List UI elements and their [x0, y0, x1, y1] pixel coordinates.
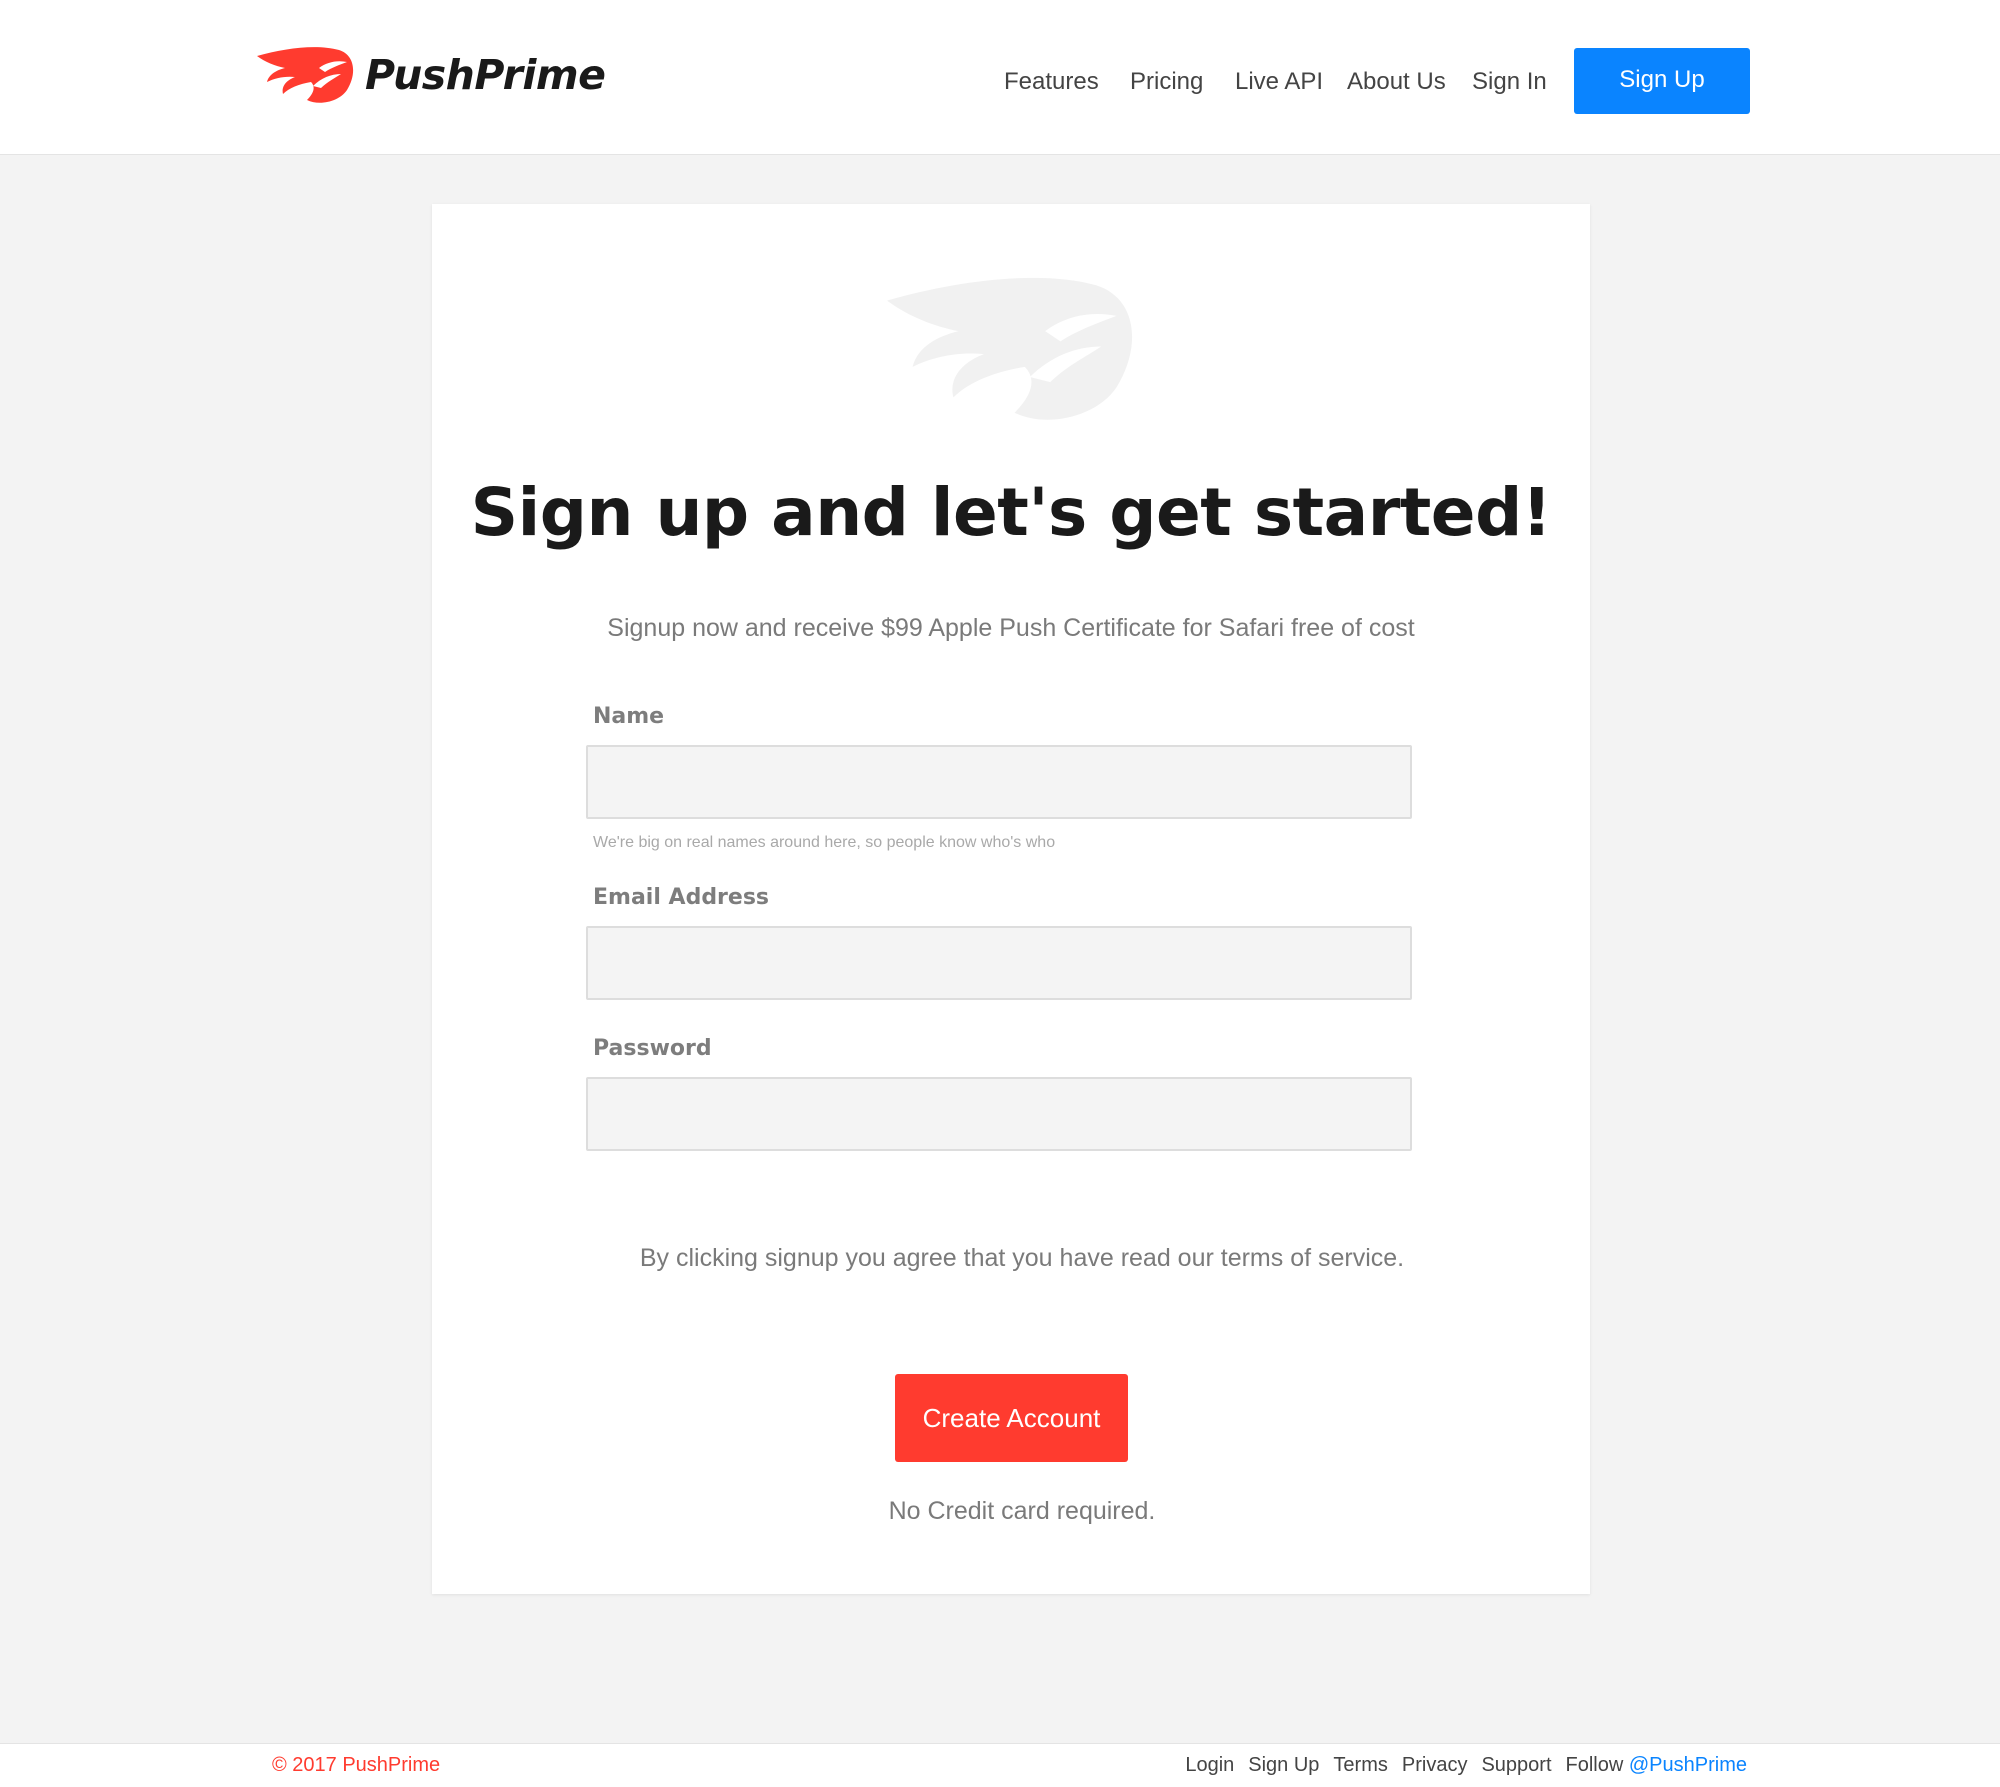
footer-link-signup[interactable]: Sign Up: [1248, 1744, 1319, 1787]
copyright-text: © 2017 PushPrime: [272, 1754, 441, 1776]
email-input[interactable]: [586, 926, 1412, 1000]
no-credit-card-note: No Credit card required.: [888, 1497, 1156, 1525]
nav-link-live-api[interactable]: Live API: [1235, 48, 1323, 114]
create-account-button[interactable]: Create Account: [895, 1374, 1128, 1462]
footer-link-login[interactable]: Login: [1185, 1744, 1234, 1787]
site-footer: © 2017 PushPrime Login Sign Up Terms Pri…: [0, 1743, 2000, 1787]
nav-link-about-us[interactable]: About Us: [1347, 48, 1446, 114]
nav-link-features[interactable]: Features: [1004, 48, 1099, 114]
page-title: Sign up and let's get started!: [470, 474, 1552, 551]
footer-link-terms[interactable]: Terms: [1333, 1744, 1387, 1787]
follow-prefix: Follow: [1565, 1754, 1629, 1776]
page-subtitle: Signup now and receive $99 Apple Push Ce…: [607, 614, 1415, 642]
password-field-label: Password: [593, 1036, 712, 1061]
name-input[interactable]: [586, 745, 1412, 819]
email-field-label: Email Address: [593, 885, 770, 910]
name-field-label: Name: [593, 704, 665, 729]
terms-notice: By clicking signup you agree that you ha…: [639, 1244, 1405, 1272]
site-header: PushPrime Features Pricing Live API Abou…: [0, 0, 2000, 155]
name-field-help: We're big on real names around here, so …: [593, 834, 1056, 851]
password-input[interactable]: [586, 1077, 1412, 1151]
footer-links: Login Sign Up Terms Privacy Support Foll…: [1185, 1744, 1747, 1787]
nav-link-sign-in[interactable]: Sign In: [1472, 48, 1547, 114]
nav-link-pricing[interactable]: Pricing: [1130, 48, 1203, 114]
wing-watermark-icon: [887, 277, 1133, 420]
twitter-handle-link[interactable]: @PushPrime: [1629, 1754, 1747, 1776]
header-signup-button[interactable]: Sign Up: [1574, 48, 1750, 114]
signup-card: Sign up and let's get started! Signup no…: [432, 204, 1590, 1594]
footer-link-support[interactable]: Support: [1481, 1744, 1551, 1787]
footer-link-privacy[interactable]: Privacy: [1402, 1744, 1468, 1787]
footer-follow: Follow @PushPrime: [1566, 1744, 1747, 1787]
